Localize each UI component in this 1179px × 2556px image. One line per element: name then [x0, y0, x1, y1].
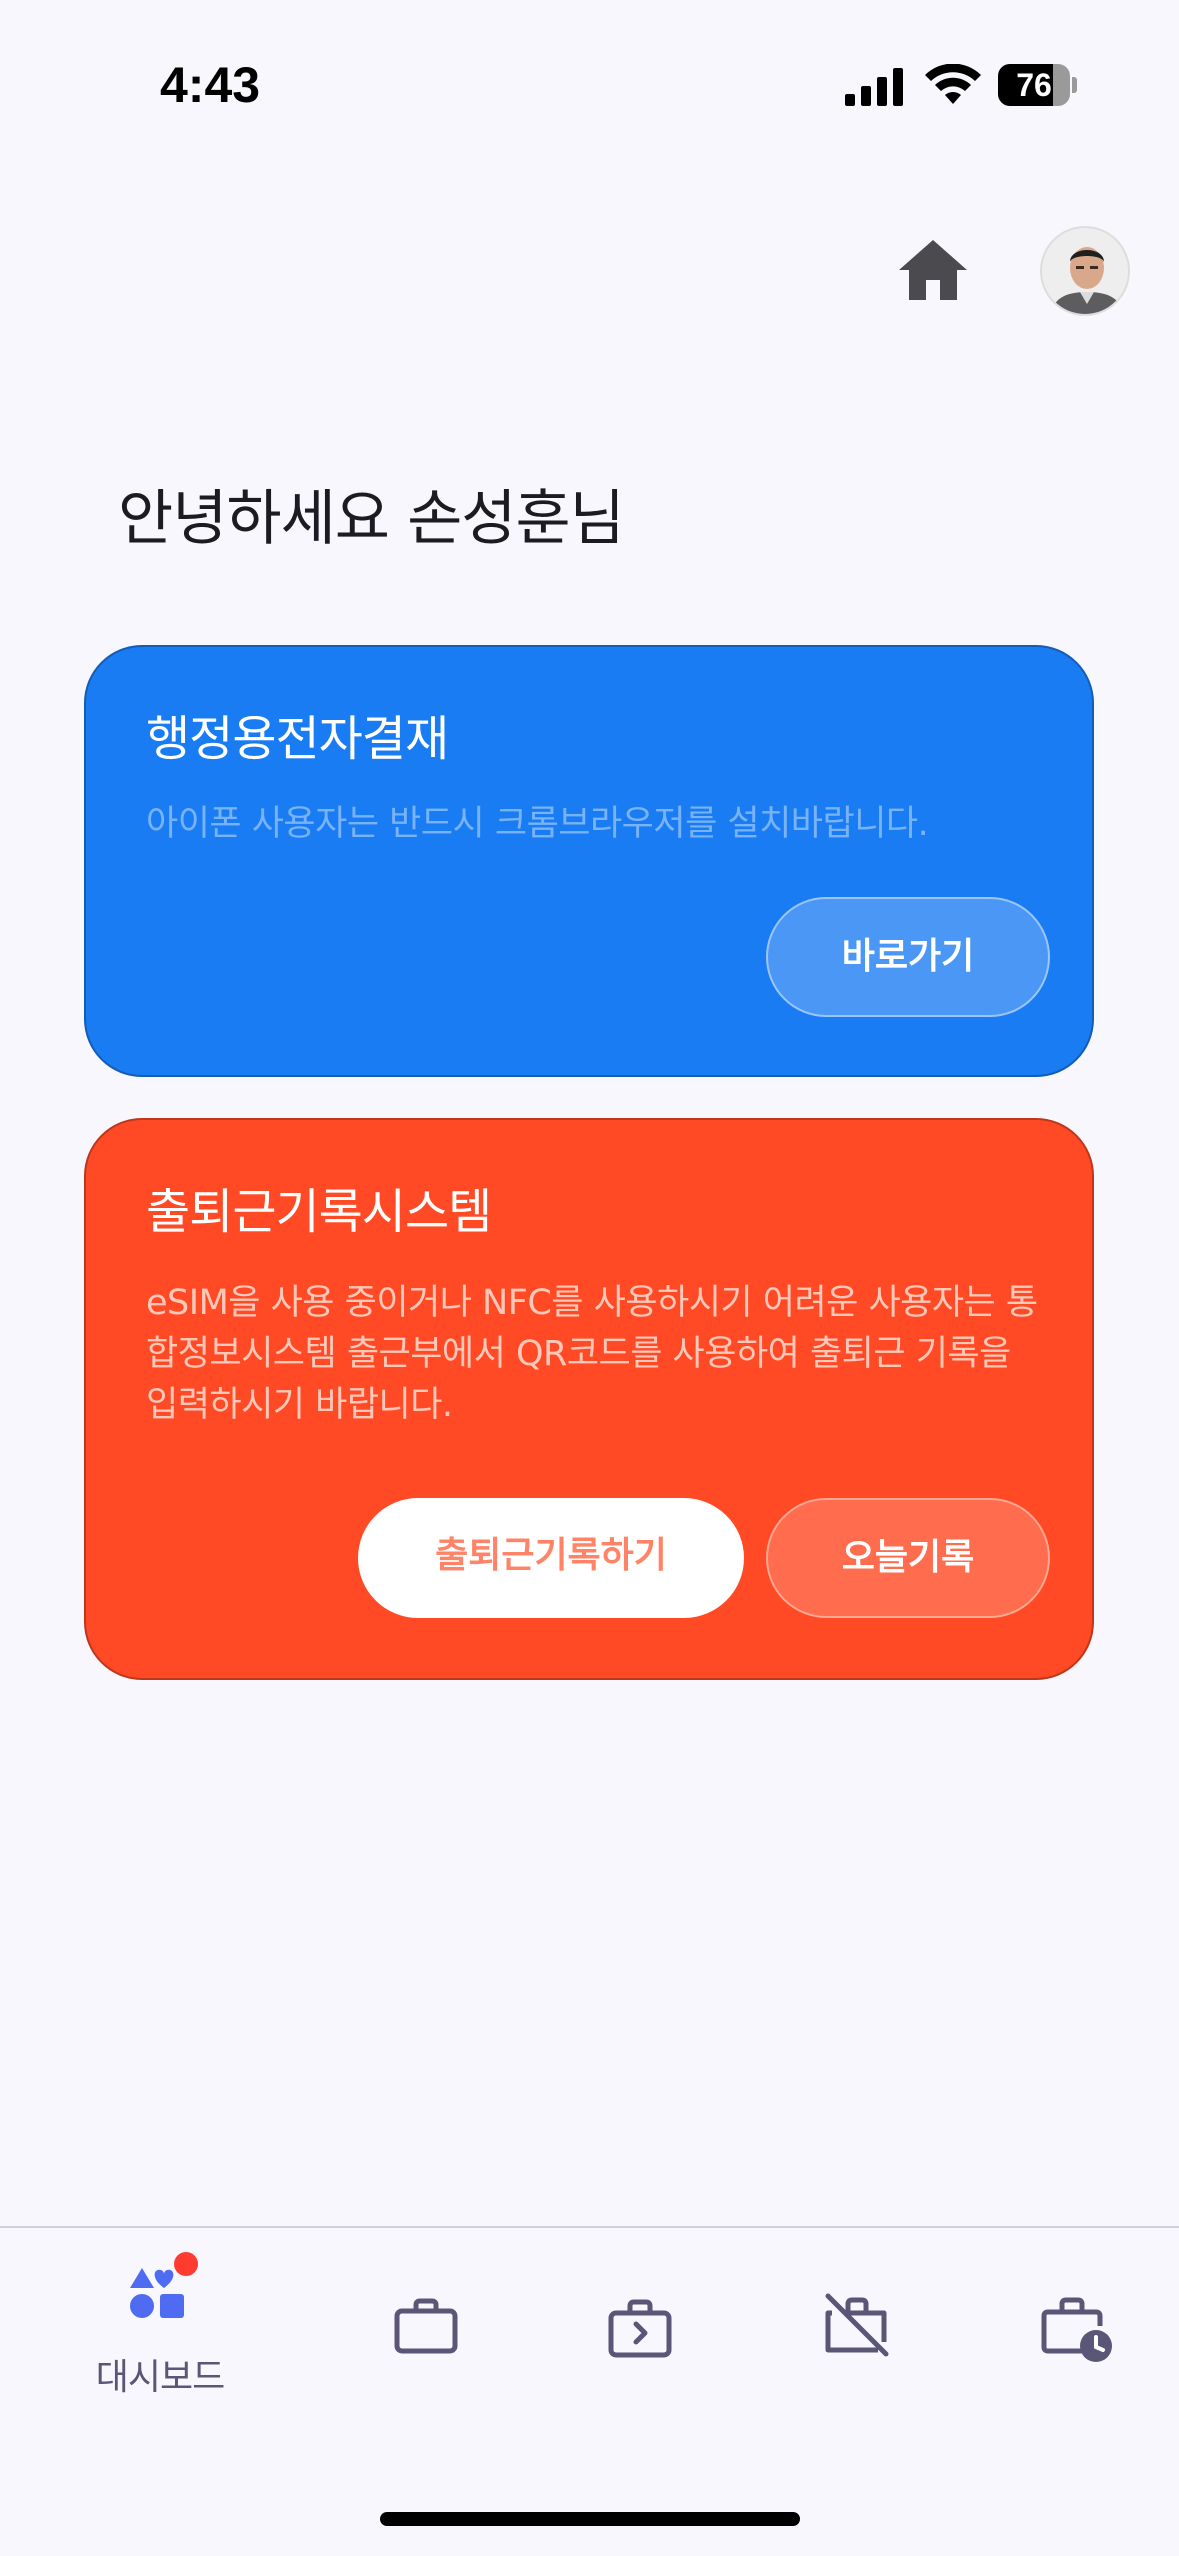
record-attendance-button[interactable]: 출퇴근기록하기: [358, 1498, 744, 1618]
status-time: 4:43: [160, 57, 261, 113]
tab-off[interactable]: [768, 2228, 948, 2408]
tab-bar: 대시보드: [0, 2228, 1179, 2556]
shapes-dashboard-icon: [130, 2252, 198, 2318]
go-to-approval-button[interactable]: 바로가기: [766, 897, 1050, 1017]
wifi-icon: [925, 64, 981, 104]
briefcase-arrow-icon: [608, 2299, 672, 2358]
attendance-card-title: 출퇴근기록시스템: [146, 1184, 492, 1240]
approval-card-title: 행정용전자결재: [146, 711, 449, 767]
briefcase-clock-icon: [1041, 2297, 1112, 2362]
battery-level: 76: [1016, 67, 1052, 103]
tab-dashboard[interactable]: 대시보드: [70, 2228, 250, 2408]
home-icon[interactable]: [895, 236, 971, 304]
approval-card: 행정용전자결재 아이폰 사용자는 반드시 크롬브라우저를 설치바랍니다. 바로가…: [84, 645, 1094, 1077]
tab-overtime[interactable]: [984, 2228, 1164, 2408]
tab-move[interactable]: [552, 2228, 732, 2408]
cellular-signal-icon: [845, 68, 903, 106]
tab-dashboard-label: 대시보드: [95, 2357, 225, 2398]
attendance-card: 출퇴근기록시스템 eSIM을 사용 중이거나 NFC를 사용하시기 어려운 사용…: [84, 1118, 1094, 1680]
greeting-title: 안녕하세요 손성훈님: [118, 484, 625, 554]
briefcase-off-icon: [825, 2293, 889, 2357]
attendance-card-description: eSIM을 사용 중이거나 NFC를 사용하시기 어려운 사용자는 통합정보시스…: [146, 1283, 1038, 1425]
home-indicator: [380, 2512, 800, 2526]
approval-card-description: 아이폰 사용자는 반드시 크롬브라우저를 설치바랍니다.: [146, 804, 929, 844]
user-avatar-icon: [1042, 228, 1128, 314]
avatar[interactable]: [1040, 226, 1130, 316]
status-bar: 4:43 76: [0, 0, 1179, 150]
battery-icon: 76: [998, 64, 1078, 106]
briefcase-icon: [394, 2298, 458, 2354]
today-record-button[interactable]: 오늘기록: [766, 1498, 1050, 1618]
tab-work[interactable]: [338, 2228, 518, 2408]
